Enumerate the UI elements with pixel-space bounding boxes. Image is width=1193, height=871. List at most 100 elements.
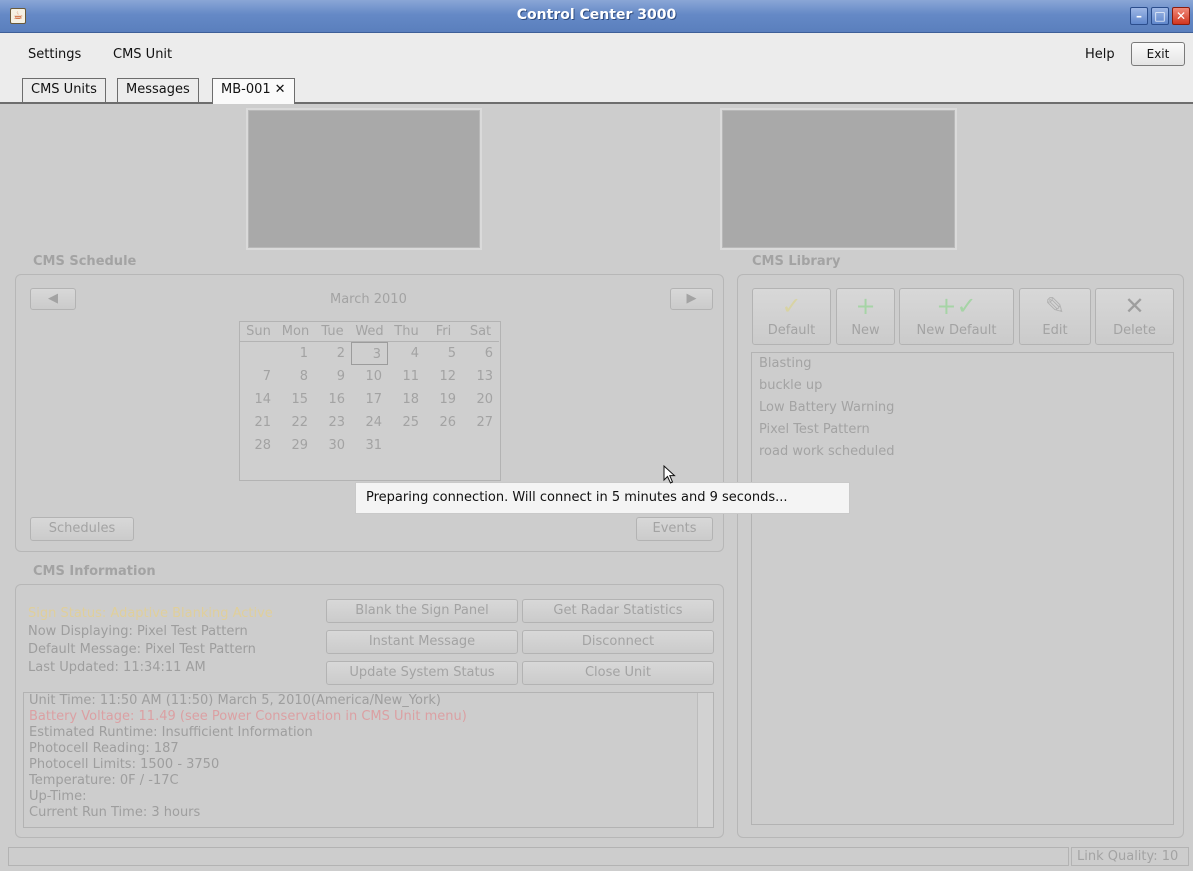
- log-scrollbar[interactable]: [697, 693, 713, 827]
- disconnect-button[interactable]: Disconnect: [522, 630, 714, 654]
- calendar-day[interactable]: 30: [314, 434, 351, 457]
- button-label: New: [851, 323, 880, 338]
- library-item[interactable]: Low Battery Warning: [752, 397, 1173, 419]
- button-label: Edit: [1042, 323, 1068, 338]
- tab-messages[interactable]: Messages: [117, 78, 199, 102]
- calendar-day[interactable]: 9: [314, 365, 351, 388]
- checkmark-icon: ✓: [781, 292, 802, 320]
- calendar-day[interactable]: 26: [425, 411, 462, 434]
- progress-status-bar: [8, 847, 1069, 866]
- tab-mb-001[interactable]: MB-001 ✕: [212, 78, 295, 104]
- calendar-day[interactable]: 14: [240, 388, 277, 411]
- button-label: Default: [767, 323, 816, 338]
- calendar-day[interactable]: 24: [351, 411, 388, 434]
- calendar-week: 21 22 23 24 25 26 27: [240, 411, 500, 434]
- calendar-week: [240, 457, 500, 480]
- calendar-weekday: Tue: [314, 322, 351, 342]
- now-displaying: Now Displaying: Pixel Test Pattern: [28, 624, 248, 639]
- library-default-button[interactable]: ✓ Default: [752, 288, 831, 345]
- sign-preview-default: [720, 108, 957, 250]
- tab-label: CMS Units: [31, 82, 97, 97]
- calendar-day[interactable]: 8: [277, 365, 314, 388]
- tab-cms-units[interactable]: CMS Units: [22, 78, 106, 102]
- calendar-day[interactable]: 16: [314, 388, 351, 411]
- log-line: Temperature: 0F / -17C: [29, 773, 179, 788]
- calendar-day[interactable]: 31: [351, 434, 388, 457]
- calendar-empty-cell: [277, 457, 314, 480]
- calendar-day[interactable]: 21: [240, 411, 277, 434]
- library-item[interactable]: Blasting: [752, 353, 1173, 375]
- default-message: Default Message: Pixel Test Pattern: [28, 642, 256, 657]
- log-line: Estimated Runtime: Insufficient Informat…: [29, 725, 313, 740]
- calendar-day[interactable]: 29: [277, 434, 314, 457]
- calendar-empty-cell: [240, 457, 277, 480]
- calendar-empty-cell: [351, 457, 388, 480]
- calendar-day[interactable]: 4: [388, 342, 425, 365]
- calendar-day[interactable]: 12: [425, 365, 462, 388]
- calendar-day[interactable]: 20: [462, 388, 499, 411]
- close-unit-button[interactable]: Close Unit: [522, 661, 714, 685]
- calendar-weekday: Sun: [240, 322, 277, 342]
- calendar-day[interactable]: 28: [240, 434, 277, 457]
- calendar-day[interactable]: 11: [388, 365, 425, 388]
- calendar-empty-cell: [462, 434, 499, 457]
- calendar-day[interactable]: 23: [314, 411, 351, 434]
- calendar-day[interactable]: 1: [277, 342, 314, 365]
- update-system-status-button[interactable]: Update System Status: [326, 661, 518, 685]
- library-delete-button[interactable]: ✕ Delete: [1095, 288, 1174, 345]
- menu-cms-unit[interactable]: CMS Unit: [113, 47, 172, 62]
- events-button[interactable]: Events: [636, 517, 713, 541]
- calendar-empty-cell: [240, 342, 277, 365]
- calendar-day[interactable]: 10: [351, 365, 388, 388]
- calendar-day[interactable]: 2: [314, 342, 351, 365]
- close-tab-icon[interactable]: ✕: [275, 82, 286, 97]
- minimize-button[interactable]: –: [1130, 7, 1148, 25]
- unit-status-log[interactable]: Unit Time: 11:50 AM (11:50) March 5, 201…: [23, 692, 714, 828]
- calendar-empty-cell: [388, 457, 425, 480]
- library-item[interactable]: buckle up: [752, 375, 1173, 397]
- log-line: Photocell Limits: 1500 - 3750: [29, 757, 220, 772]
- next-month-button[interactable]: ▶: [670, 288, 713, 310]
- close-window-button[interactable]: ✕: [1172, 7, 1190, 25]
- calendar-day[interactable]: 3: [351, 342, 388, 365]
- exit-button[interactable]: Exit: [1131, 42, 1185, 66]
- sign-preview-current: [246, 108, 482, 250]
- plus-icon: +: [855, 292, 876, 320]
- library-item[interactable]: Pixel Test Pattern: [752, 419, 1173, 441]
- cms-information-title: CMS Information: [33, 564, 156, 579]
- message-library-list[interactable]: Blasting buckle up Low Battery Warning P…: [751, 352, 1174, 825]
- connection-tooltip: Preparing connection. Will connect in 5 …: [355, 482, 850, 514]
- calendar-day[interactable]: 22: [277, 411, 314, 434]
- sign-status: Sign Status: Adaptive Blanking Active: [28, 606, 273, 621]
- get-radar-statistics-button[interactable]: Get Radar Statistics: [522, 599, 714, 623]
- title-bar: ☕ Control Center 3000 – □ ✕: [0, 0, 1193, 33]
- log-line-battery: Battery Voltage: 11.49 (see Power Conser…: [29, 709, 467, 724]
- library-new-button[interactable]: + New: [836, 288, 895, 345]
- calendar-day[interactable]: 7: [240, 365, 277, 388]
- calendar-week: 7 8 9 10 11 12 13: [240, 365, 500, 388]
- calendar-day[interactable]: 15: [277, 388, 314, 411]
- calendar-day[interactable]: 25: [388, 411, 425, 434]
- instant-message-button[interactable]: Instant Message: [326, 630, 518, 654]
- menu-settings[interactable]: Settings: [28, 47, 81, 62]
- calendar-day[interactable]: 17: [351, 388, 388, 411]
- calendar-day[interactable]: 6: [462, 342, 499, 365]
- calendar-day[interactable]: 27: [462, 411, 499, 434]
- prev-month-button[interactable]: ◀: [30, 288, 76, 310]
- calendar-weekday: Fri: [425, 322, 462, 342]
- menu-help[interactable]: Help: [1085, 47, 1115, 62]
- calendar-grid[interactable]: Sun Mon Tue Wed Thu Fri Sat 1 2 3 4 5 6 7 8 9 10 11 12 13 14…: [239, 321, 501, 481]
- schedules-button[interactable]: Schedules: [30, 517, 134, 541]
- button-label: Delete: [1113, 323, 1156, 338]
- library-new-default-button[interactable]: +✓ New Default: [899, 288, 1014, 345]
- link-quality: Link Quality: 10: [1071, 847, 1189, 866]
- log-line: Photocell Reading: 187: [29, 741, 179, 756]
- calendar-day[interactable]: 13: [462, 365, 499, 388]
- blank-sign-panel-button[interactable]: Blank the Sign Panel: [326, 599, 518, 623]
- calendar-day[interactable]: 19: [425, 388, 462, 411]
- library-edit-button[interactable]: ✎ Edit: [1019, 288, 1091, 345]
- library-item[interactable]: road work scheduled: [752, 441, 1173, 463]
- calendar-day[interactable]: 5: [425, 342, 462, 365]
- calendar-day[interactable]: 18: [388, 388, 425, 411]
- maximize-button[interactable]: □: [1151, 7, 1169, 25]
